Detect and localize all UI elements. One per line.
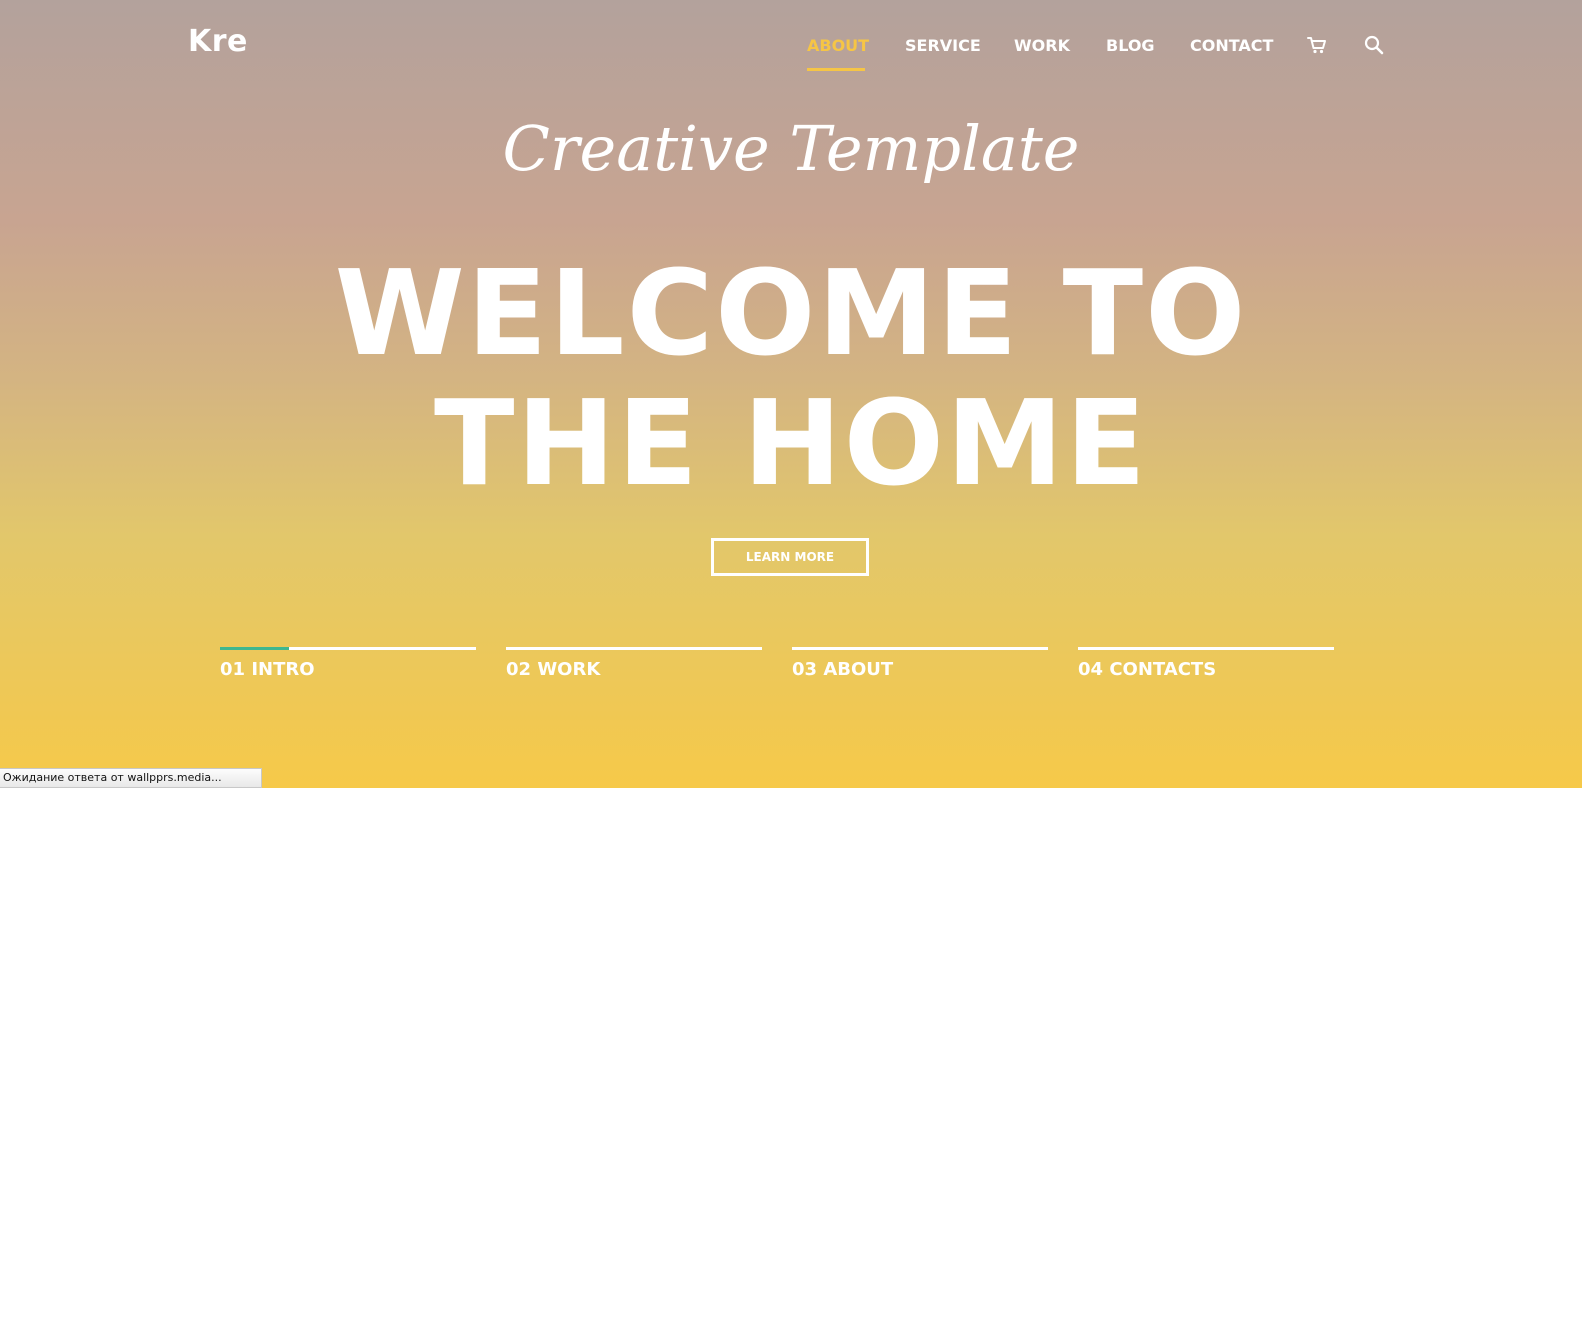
hero-headline: WELCOME TO THE HOME [0,248,1582,508]
site-logo[interactable]: Kre [188,24,248,59]
section-progress-track [220,647,476,650]
cart-icon[interactable] [1306,34,1328,56]
nav-item-label: BLOG [1106,36,1155,55]
hero-script-title: Creative Template [502,112,1080,185]
browser-status-bar: Ожидание ответа от wallpprs.media... [0,768,262,788]
nav-item-label: WORK [1014,36,1070,55]
nav-item-about[interactable]: ABOUT [807,36,870,71]
nav-item-label: CONTACT [1190,36,1274,55]
nav-item-contact[interactable]: CONTACT [1190,36,1273,55]
section-progress-track [792,647,1048,650]
hero-headline-line-2: THE HOME [433,374,1149,512]
section-tab-intro[interactable]: 01 INTRO [220,647,476,680]
nav-item-label: SERVICE [905,36,981,55]
section-tab-about[interactable]: 03 ABOUT [792,647,1048,680]
active-nav-indicator [807,68,865,71]
section-progress-fill [220,647,290,650]
hero-section: Kre ABOUT SERVICE WORK BLOG CONTACT Crea… [0,0,1582,788]
section-tab-label: 04 CONTACTS [1078,659,1217,680]
section-tab-work[interactable]: 02 WORK [506,647,762,680]
nav-item-blog[interactable]: BLOG [1106,36,1155,55]
section-tab-label: 01 INTRO [220,659,315,680]
nav-item-label: ABOUT [807,36,870,55]
nav-item-service[interactable]: SERVICE [905,36,981,55]
search-icon[interactable] [1363,34,1385,56]
section-progress-track [1078,647,1334,650]
section-tab-label: 03 ABOUT [792,659,894,680]
nav-item-work[interactable]: WORK [1014,36,1070,55]
section-tab-contacts[interactable]: 04 CONTACTS [1078,647,1334,680]
hero-headline-line-1: WELCOME TO [334,244,1248,382]
section-tab-label: 02 WORK [506,659,601,680]
section-progress-track [506,647,762,650]
learn-more-button[interactable]: LEARN MORE [711,538,869,576]
